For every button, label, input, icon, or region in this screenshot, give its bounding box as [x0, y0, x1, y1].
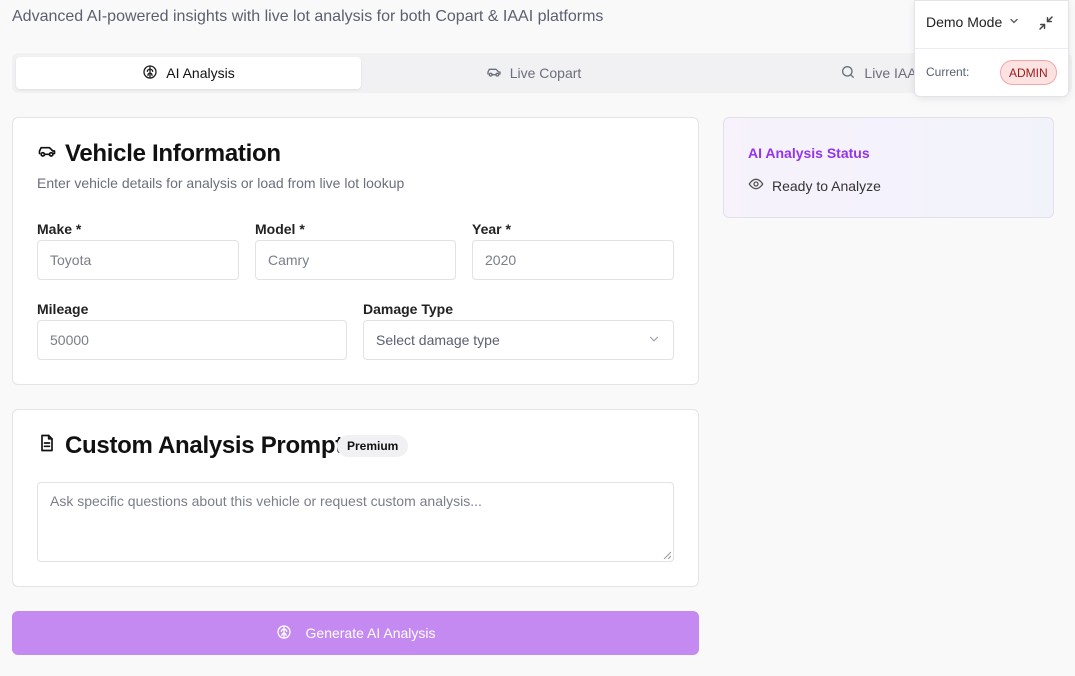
car-icon — [486, 64, 502, 83]
resize-handle-icon[interactable] — [663, 551, 671, 559]
generate-ai-analysis-button[interactable]: Generate AI Analysis — [12, 611, 699, 655]
search-icon — [840, 64, 856, 83]
role-badge: ADMIN — [1000, 60, 1057, 85]
make-label: Make * — [37, 221, 82, 237]
damage-type-select[interactable]: Select damage type — [363, 320, 674, 360]
vehicle-card-description: Enter vehicle details for analysis or lo… — [37, 175, 405, 191]
year-label: Year * — [472, 221, 511, 237]
model-input[interactable]: Camry — [255, 240, 456, 280]
card-title-text: Custom Analysis Prompt — [65, 432, 343, 459]
chevron-down-icon — [1008, 14, 1020, 30]
model-label: Model * — [255, 221, 305, 237]
status-text: Ready to Analyze — [772, 177, 881, 194]
mileage-input[interactable]: 50000 — [37, 320, 347, 360]
year-input[interactable]: 2020 — [472, 240, 674, 280]
demo-mode-dropdown[interactable]: Demo Mode — [926, 14, 1020, 30]
custom-prompt-textarea[interactable]: Ask specific questions about this vehicl… — [37, 482, 674, 562]
demo-mode-panel: Demo Mode Current: ADMIN — [914, 0, 1069, 97]
status-row: Ready to Analyze — [748, 176, 881, 195]
card-title-text: Vehicle Information — [65, 140, 281, 167]
divider — [915, 48, 1068, 49]
tab-label: Live IAA — [864, 65, 917, 81]
tab-bar: AI Analysis Live Copart Live IAA — [12, 53, 1072, 93]
custom-analysis-prompt-card: Custom Analysis Prompt Premium Ask speci… — [12, 409, 699, 587]
tab-ai-analysis[interactable]: AI Analysis — [16, 57, 361, 89]
textarea-placeholder: Ask specific questions about this vehicl… — [50, 493, 482, 509]
tab-label: AI Analysis — [166, 65, 235, 81]
mileage-label: Mileage — [37, 301, 89, 317]
damage-type-value: Select damage type — [376, 332, 500, 348]
tab-label: Live Copart — [509, 65, 582, 81]
demo-mode-label: Demo Mode — [926, 14, 1003, 30]
damage-type-label: Damage Type — [363, 301, 453, 317]
status-title: AI Analysis Status — [748, 145, 870, 161]
brain-icon — [142, 64, 158, 83]
chevron-down-icon — [647, 332, 661, 349]
vehicle-information-card: Vehicle Information Enter vehicle detail… — [12, 117, 699, 385]
minimize-icon[interactable] — [1037, 14, 1055, 32]
button-label: Generate AI Analysis — [305, 625, 436, 641]
eye-icon — [748, 176, 764, 195]
premium-badge: Premium — [337, 435, 409, 457]
brain-icon — [276, 624, 292, 643]
document-icon — [37, 432, 57, 460]
make-input[interactable]: Toyota — [37, 240, 239, 280]
ai-analysis-status-card: AI Analysis Status Ready to Analyze — [723, 117, 1054, 218]
vehicle-card-title: Vehicle Information — [37, 140, 281, 168]
tab-live-copart[interactable]: Live Copart — [361, 57, 706, 89]
prompt-card-title: Custom Analysis Prompt — [37, 432, 343, 460]
current-role-label: Current: — [926, 65, 970, 79]
page-subtitle: Advanced AI-powered insights with live l… — [12, 8, 604, 25]
car-icon — [37, 140, 57, 168]
